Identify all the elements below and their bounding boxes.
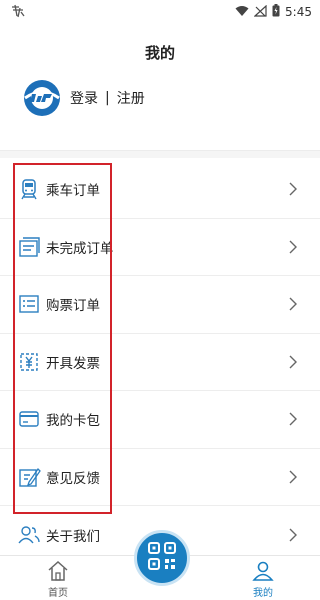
home-icon xyxy=(46,559,70,583)
status-time: 5:45 xyxy=(285,5,312,19)
chevron-right-icon xyxy=(288,469,298,485)
tab-home-label: 首页 xyxy=(48,588,68,599)
brand-logo-icon xyxy=(22,78,62,118)
menu-item-unfinished-orders[interactable]: 未完成订单 xyxy=(0,219,320,276)
tab-home[interactable]: 首页 xyxy=(33,559,83,599)
train-icon xyxy=(17,177,41,201)
ticket-list-icon xyxy=(17,292,41,316)
login-separator: | xyxy=(105,90,110,106)
card-icon xyxy=(17,407,41,431)
menu-item-label: 意见反馈 xyxy=(46,470,100,487)
menu-item-label: 未完成订单 xyxy=(46,240,114,257)
chevron-right-icon xyxy=(288,239,298,255)
chevron-right-icon xyxy=(288,411,298,427)
section-divider xyxy=(0,150,320,158)
invoice-icon xyxy=(17,350,41,374)
menu-item-label: 我的卡包 xyxy=(46,413,100,430)
menu-item-label: 开具发票 xyxy=(46,355,100,372)
menu-item-label: 乘车订单 xyxy=(46,183,100,200)
login-link[interactable]: 登录 xyxy=(70,88,98,108)
wifi-icon xyxy=(235,5,249,20)
profile-section: 登录 | 注册 xyxy=(22,78,145,118)
menu-item-invoice[interactable]: 开具发票 xyxy=(0,334,320,391)
user-icon xyxy=(251,559,275,583)
feedback-icon xyxy=(17,465,41,489)
page-title: 我的 xyxy=(144,44,175,62)
qr-scan-button[interactable] xyxy=(134,530,190,586)
qr-code-icon xyxy=(147,541,177,575)
menu-list: 乘车订单 未完成订单 购票订单 开具发票 我的卡包 意见反馈 关于我们 xyxy=(0,161,320,564)
register-link[interactable]: 注册 xyxy=(117,88,145,108)
menu-item-card-wallet[interactable]: 我的卡包 xyxy=(0,391,320,449)
signal-icon xyxy=(253,4,267,20)
chevron-right-icon xyxy=(288,296,298,312)
menu-item-feedback[interactable]: 意见反馈 xyxy=(0,449,320,506)
battery-icon xyxy=(272,4,280,20)
menu-item-label: 关于我们 xyxy=(46,528,100,545)
tab-mine[interactable]: 我的 xyxy=(238,559,288,599)
menu-item-label: 购票订单 xyxy=(46,298,100,315)
people-icon xyxy=(17,523,41,547)
clipboard-icon xyxy=(17,235,41,259)
menu-item-ride-orders[interactable]: 乘车订单 xyxy=(0,161,320,219)
chevron-right-icon xyxy=(288,354,298,370)
chevron-right-icon xyxy=(288,181,298,197)
chevron-right-icon xyxy=(288,527,298,543)
status-bar: 5:45 xyxy=(0,0,320,24)
notification-icon xyxy=(10,4,26,21)
menu-item-ticket-orders[interactable]: 购票订单 xyxy=(0,276,320,334)
tab-mine-label: 我的 xyxy=(253,588,273,599)
